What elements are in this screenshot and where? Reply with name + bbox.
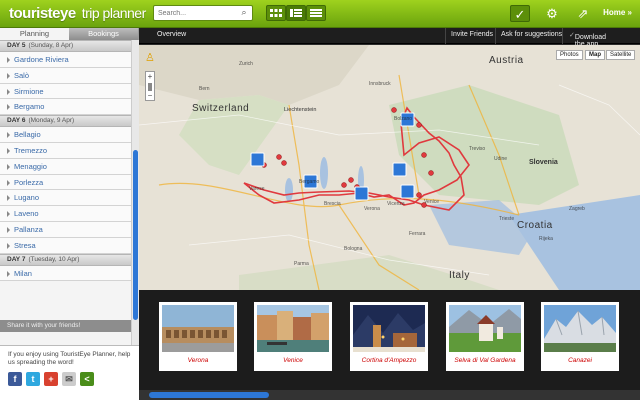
map-map-button[interactable]: Map	[585, 50, 605, 60]
pegman-icon[interactable]: ♙	[145, 51, 155, 64]
photo-caption: Canazei	[568, 357, 592, 364]
map-canvas[interactable]: Innsbruck Bergamo Varese Brescia Vicenza…	[139, 45, 640, 290]
google-plus-icon[interactable]: +	[44, 372, 58, 386]
svg-text:Zagreb: Zagreb	[569, 206, 585, 212]
tab-planning[interactable]: Planning	[0, 28, 69, 40]
left-panel: Planning Bookings DAY 5 (Sunday, 8 Apr) G…	[0, 28, 139, 400]
svg-text:Bologna: Bologna	[344, 246, 363, 252]
photo-caption: Cortina d'Ampezzo	[361, 357, 417, 364]
svg-text:Vicenza: Vicenza	[387, 201, 405, 207]
svg-text:Venice: Venice	[424, 199, 439, 205]
photo-card[interactable]: Verona	[159, 302, 237, 371]
download-app-button[interactable]: ✓ Download the app	[569, 31, 606, 48]
zoom-control[interactable]: + −	[145, 71, 155, 101]
place-item[interactable]: Tremezzo	[0, 142, 131, 159]
place-item[interactable]: Gardone Riviera	[0, 52, 131, 68]
country-label: Switzerland	[192, 103, 250, 114]
map-satellite-button[interactable]: Satellite	[606, 50, 636, 60]
photo-caption: Verona	[187, 357, 209, 364]
scroll-thumb[interactable]	[149, 392, 269, 398]
list-view-button[interactable]	[286, 5, 306, 21]
zoom-in-icon[interactable]: +	[146, 72, 154, 82]
svg-text:Innsbruck: Innsbruck	[369, 81, 391, 87]
home-link[interactable]: Home »	[603, 8, 632, 17]
country-label: Austria	[489, 55, 524, 66]
country-label: Liechtenstein	[284, 107, 317, 113]
tab-bookings[interactable]: Bookings	[69, 28, 138, 40]
place-item[interactable]: Milan	[0, 265, 131, 282]
place-item[interactable]: Lugano	[0, 190, 131, 207]
place-item[interactable]: Laveno	[0, 206, 131, 222]
gear-icon[interactable]: ⚙	[542, 5, 562, 22]
place-item[interactable]: Stresa	[0, 237, 131, 254]
photo-card[interactable]: Selva di Val Gardena	[446, 302, 524, 371]
compact-view-button[interactable]	[306, 5, 326, 21]
grid-view-button[interactable]	[266, 5, 286, 21]
map-view[interactable]: Innsbruck Bergamo Varese Brescia Vicenza…	[139, 45, 640, 290]
country-label: Slovenia	[529, 159, 558, 166]
day-header: DAY 6 (Monday, 9 Apr)	[0, 115, 131, 128]
svg-text:Ferrara: Ferrara	[409, 231, 426, 237]
facebook-icon[interactable]: f	[8, 372, 22, 386]
sub-toolbar: Overview Invite Friends Ask for suggesti…	[139, 28, 640, 48]
logo[interactable]: touristeye trip planner	[9, 5, 146, 22]
place-item[interactable]: Pallanza	[0, 221, 131, 238]
svg-text:Parma: Parma	[294, 261, 309, 267]
photo-card[interactable]: Canazei	[541, 302, 619, 371]
day-header: DAY 5 (Sunday, 8 Apr)	[0, 40, 131, 52]
overview-link[interactable]: Overview	[157, 31, 186, 38]
svg-text:Udine: Udine	[494, 156, 507, 162]
place-item[interactable]: Sirmione	[0, 83, 131, 100]
svg-text:Bergamo: Bergamo	[299, 179, 320, 185]
day-list-scrollbar[interactable]	[131, 40, 139, 345]
photo-venice	[257, 305, 329, 352]
country-label: Italy	[449, 270, 470, 281]
panel-tabs: Planning Bookings	[0, 28, 138, 40]
share-icon[interactable]: ⇗	[573, 5, 593, 22]
checklist-icon[interactable]: ✓	[510, 5, 530, 22]
place-item[interactable]: Bellagio	[0, 127, 131, 143]
zoom-out-icon[interactable]: −	[146, 92, 154, 100]
top-bar: touristeyetrip planner ⌕ ✓ ⚙ ⇗ Home »	[0, 0, 640, 28]
place-item[interactable]: Bergamo	[0, 99, 131, 116]
photo-card[interactable]: Venice	[254, 302, 332, 371]
ask-suggestions-button[interactable]: Ask for suggestions	[501, 31, 562, 38]
photo-strip-scrollbar[interactable]	[139, 390, 640, 400]
share-text: If you enjoy using TouristEye Planner, h…	[8, 351, 131, 366]
place-item[interactable]: Menaggio	[0, 158, 131, 175]
scroll-thumb[interactable]	[133, 150, 138, 320]
svg-text:Brescia: Brescia	[324, 201, 341, 207]
svg-text:Bern: Bern	[199, 86, 210, 92]
photo-canazei	[544, 305, 616, 352]
place-item[interactable]: Salò	[0, 67, 131, 84]
photo-caption: Venice	[283, 357, 303, 364]
country-label: Croatia	[517, 220, 553, 231]
svg-text:Treviso: Treviso	[469, 146, 485, 152]
share-icon[interactable]: <	[80, 372, 94, 386]
photo-selva	[449, 305, 521, 352]
twitter-icon[interactable]: t	[26, 372, 40, 386]
photo-caption: Selva di Val Gardena	[454, 357, 516, 364]
svg-text:Varese: Varese	[249, 186, 265, 192]
svg-text:Rijeka: Rijeka	[539, 236, 553, 242]
svg-text:Bolzano: Bolzano	[394, 116, 412, 122]
photo-cortina	[353, 305, 425, 352]
day-list: DAY 5 (Sunday, 8 Apr) Gardone Riviera Sal…	[0, 40, 131, 345]
email-icon[interactable]: ✉	[62, 372, 76, 386]
search-icon[interactable]: ⌕	[237, 7, 251, 19]
photo-strip: Verona Venice Cortina d'Ampezzo Selva di…	[139, 290, 640, 400]
photo-card[interactable]: Cortina d'Ampezzo	[350, 302, 428, 371]
map-photos-button[interactable]: Photos	[556, 50, 583, 60]
svg-text:Zurich: Zurich	[239, 61, 253, 67]
photo-verona	[162, 305, 234, 352]
share-block: If you enjoy using TouristEye Planner, h…	[0, 345, 139, 400]
day-header: DAY 7 (Tuesday, 10 Apr)	[0, 253, 131, 266]
share-header: Share it with your friends!	[0, 320, 131, 332]
invite-friends-button[interactable]: Invite Friends	[451, 31, 493, 38]
svg-text:Trieste: Trieste	[499, 216, 514, 222]
zoom-slider[interactable]	[148, 83, 152, 91]
place-item[interactable]: Porlezza	[0, 174, 131, 191]
svg-text:Verona: Verona	[364, 206, 380, 212]
